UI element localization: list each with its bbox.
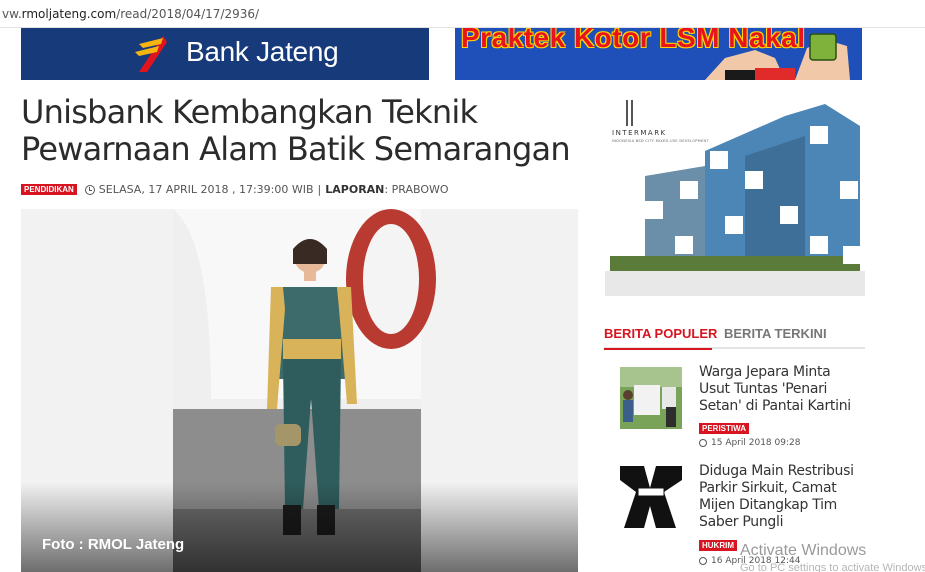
photo-caption: Foto : RMOL Jateng [42,536,185,553]
news-thumbnail[interactable] [620,367,682,429]
banner-headline: Praktek Kotor LSM Nakal [461,28,806,53]
building-illustration [605,96,865,296]
news-title[interactable]: Warga Jepara Minta Usut Tuntas 'Penari S… [699,364,859,415]
caption-shade [21,482,578,572]
activate-windows-hint: Go to PC settings to activate Windows. [740,562,925,572]
category-badge[interactable]: HUKRIM [699,540,737,551]
reporter-name: PRABOWO [391,183,449,196]
intermark-ad[interactable]: INTERMARK INDONESIA BSD CITY MIXED-USE D… [605,96,865,296]
address-bar[interactable]: vw.rmoljateng.com/read/2018/04/17/2936/ [0,0,925,28]
news-date: 15 April 2018 09:28 [699,438,800,448]
news-title[interactable]: Diduga Main Restribusi Parkir Sirkuit, C… [699,463,859,531]
thumbnail-image [620,466,682,528]
intermark-brand: INTERMARK [612,129,667,137]
bank-jateng-banner[interactable]: Bank Jateng [21,28,429,80]
publish-date: SELASA, 17 APRIL 2018 , 17:39:00 WIB [98,183,314,196]
article-meta: PENDIDIKAN SELASA, 17 APRIL 2018 , 17:39… [21,183,449,196]
tab-berita-terkini[interactable]: BERITA TERKINI [724,326,827,341]
meta-separator: | [317,183,322,196]
clock-icon [699,439,707,447]
news-thumbnail[interactable] [620,466,682,528]
clock-icon [699,557,707,565]
lsm-ad-banner[interactable]: Praktek Kotor LSM Nakal [455,28,862,80]
clock-icon [84,184,95,195]
category-badge[interactable]: PERISTIWA [699,423,750,434]
tab-berita-populer[interactable]: BERITA POPULER [604,326,717,350]
reporter-label: LAPORAN [325,183,385,196]
bank-jateng-wordmark: Bank Jateng [186,36,339,67]
sidebar-tabs: BERITA POPULER BERITA TERKINI [604,325,865,350]
category-badge[interactable]: PENDIDIKAN [21,184,77,195]
intermark-tagline: INDONESIA BSD CITY MIXED-USE DEVELOPMENT [612,139,709,143]
url-text[interactable]: vw.rmoljateng.com/read/2018/04/17/2936/ [2,7,259,21]
thumbnail-image [620,367,682,429]
article-photo[interactable]: Foto : RMOL Jateng [21,209,578,572]
reporter-colon: : [384,183,389,196]
article-title: Unisbank Kembangkan Teknik Pewarnaan Ala… [21,93,571,168]
bank-jateng-logo-icon [135,36,167,72]
activate-windows-watermark: Activate Windows [740,542,867,559]
